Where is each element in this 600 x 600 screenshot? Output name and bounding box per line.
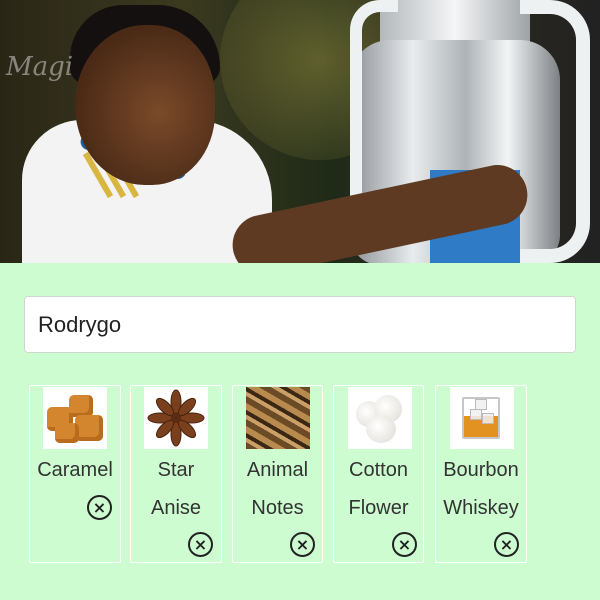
ingredient-label: Star xyxy=(157,459,195,481)
remove-icon[interactable]: × xyxy=(188,532,213,557)
remove-icon[interactable]: × xyxy=(290,532,315,557)
ingredient-label: Bourbon xyxy=(443,459,519,481)
cotton-flower-image xyxy=(348,387,412,449)
caramel-image xyxy=(43,387,107,449)
remove-icon[interactable]: × xyxy=(87,495,112,520)
ingredient-label: Anise xyxy=(150,497,202,519)
remove-icon[interactable]: × xyxy=(392,532,417,557)
player-image xyxy=(75,25,215,185)
watermark: Magi xyxy=(6,52,74,82)
ingredient-label: Cotton xyxy=(349,459,408,481)
ingredient-label: Animal xyxy=(246,459,309,481)
ingredient-card-cotton-flower: Cotton Flower × xyxy=(333,385,424,563)
ingredient-label: Whiskey xyxy=(443,497,519,519)
name-input[interactable]: Rodrygo xyxy=(24,296,576,353)
ingredient-card-star-anise: Star Anise × xyxy=(130,385,222,563)
ingredient-label: Caramel xyxy=(37,459,113,481)
hero-photo: Magi xyxy=(0,0,600,263)
ingredient-label: Notes xyxy=(251,497,304,519)
ingredient-card-caramel: Caramel × xyxy=(29,385,121,563)
animal-notes-image xyxy=(246,387,310,449)
remove-icon[interactable]: × xyxy=(494,532,519,557)
star-anise-image xyxy=(144,387,208,449)
ingredient-card-bourbon-whiskey: Bourbon Whiskey × xyxy=(435,385,527,563)
ingredient-label: Flower xyxy=(348,497,409,519)
ingredient-card-animal-notes: Animal Notes × xyxy=(232,385,323,563)
bourbon-whiskey-image xyxy=(450,387,514,449)
